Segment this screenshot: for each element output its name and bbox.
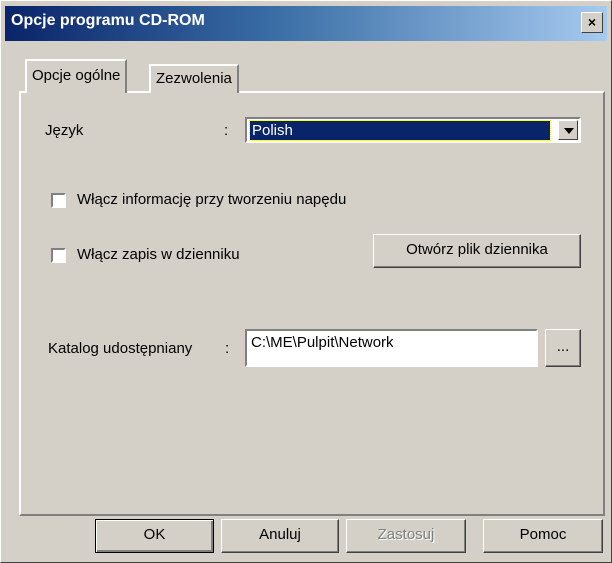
browse-button[interactable]: ... [545, 329, 581, 367]
ok-button[interactable]: OK [95, 519, 214, 553]
shared-dir-colon: : [225, 340, 230, 357]
tab-general-label: Opcje ogólne [32, 67, 121, 84]
dialog-window: Opcje programu CD-ROM × Opcje ogólne Zez… [0, 0, 612, 563]
title-bar[interactable]: Opcje programu CD-ROM × [5, 6, 607, 41]
window-title: Opcje programu CD-ROM [11, 12, 205, 29]
ok-button-label: OK [143, 526, 166, 543]
enable-drive-info-checkbox[interactable] [51, 193, 66, 208]
cancel-button[interactable]: Anuluj [221, 519, 339, 553]
enable-log-checkbox[interactable] [51, 248, 66, 263]
language-select[interactable]: Polish [245, 117, 581, 143]
language-label: Język [45, 122, 84, 139]
apply-button-label: Zastosuj [377, 526, 435, 543]
tab-permissions-label: Zezwolenia [156, 70, 232, 87]
browse-button-label: ... [556, 338, 570, 355]
close-button[interactable]: × [581, 12, 603, 33]
enable-drive-info-label[interactable]: Włącz informację przy tworzeniu napędu [77, 191, 346, 208]
open-log-button[interactable]: Otwórz plik dziennika [373, 234, 581, 268]
cancel-button-label: Anuluj [259, 526, 301, 543]
shared-dir-input[interactable]: C:\ME\Pulpit\Network [245, 329, 538, 367]
enable-log-label[interactable]: Włącz zapis w dzienniku [77, 246, 240, 263]
dropdown-arrow-icon[interactable] [558, 120, 578, 140]
tab-panel-general [19, 91, 605, 516]
language-selected-value: Polish [249, 120, 551, 141]
help-button-label: Pomoc [519, 526, 567, 543]
language-colon: : [224, 122, 229, 139]
apply-button[interactable]: Zastosuj [346, 519, 466, 553]
close-icon: × [587, 14, 597, 30]
open-log-button-label: Otwórz plik dziennika [406, 241, 548, 258]
shared-dir-label: Katalog udostępniany [48, 340, 193, 357]
tab-general[interactable]: Opcje ogólne [25, 59, 128, 93]
shared-dir-value: C:\ME\Pulpit\Network [251, 334, 394, 351]
tab-permissions[interactable]: Zezwolenia [149, 64, 239, 93]
help-button[interactable]: Pomoc [483, 519, 603, 553]
